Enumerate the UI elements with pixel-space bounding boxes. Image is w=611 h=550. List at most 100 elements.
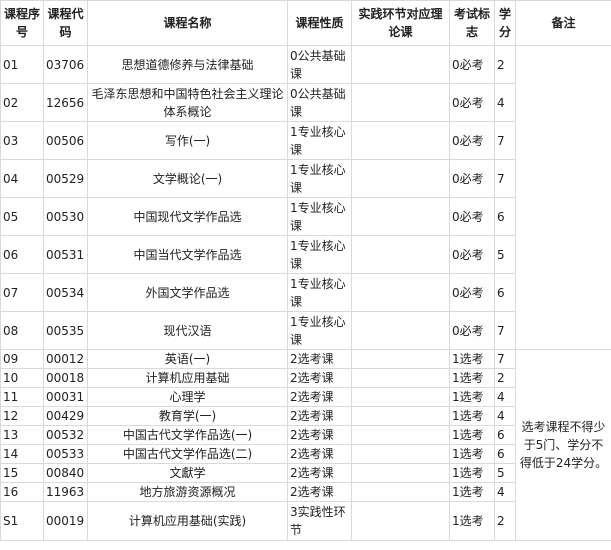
cell-course-code: 00018 xyxy=(43,368,88,388)
cell-course-no: 03 xyxy=(0,121,44,160)
cell-exam-flag: 1选考 xyxy=(449,368,495,388)
cell-course-code: 00840 xyxy=(43,463,88,483)
cell-course-nature: 2选考课 xyxy=(287,349,352,369)
cell-exam-flag: 0必考 xyxy=(449,197,495,236)
cell-course-nature: 2选考课 xyxy=(287,463,352,483)
cell-course-no: 01 xyxy=(0,45,44,84)
cell-course-code: 00031 xyxy=(43,387,88,407)
cell-course-name: 中国当代文学作品选 xyxy=(87,235,288,274)
cell-course-name: 思想道德修养与法律基础 xyxy=(87,45,288,84)
cell-exam-flag: 1选考 xyxy=(449,425,495,445)
header-course-nature: 课程性质 xyxy=(287,0,352,46)
cell-credit: 6 xyxy=(494,197,516,236)
cell-credit: 4 xyxy=(494,83,516,122)
cell-exam-flag: 0必考 xyxy=(449,83,495,122)
cell-practice-theory xyxy=(351,387,450,407)
cell-course-no: 07 xyxy=(0,273,44,312)
cell-course-nature: 1专业核心课 xyxy=(287,159,352,198)
header-credit: 学分 xyxy=(494,0,516,46)
cell-course-nature: 2选考课 xyxy=(287,425,352,445)
cell-course-no: 13 xyxy=(0,425,44,445)
cell-course-code: 00012 xyxy=(43,349,88,369)
header-note: 备注 xyxy=(515,0,611,46)
cell-course-nature: 2选考课 xyxy=(287,387,352,407)
cell-course-code: 00506 xyxy=(43,121,88,160)
cell-practice-theory xyxy=(351,235,450,274)
cell-course-nature: 1专业核心课 xyxy=(287,197,352,236)
cell-course-no: 15 xyxy=(0,463,44,483)
cell-course-nature: 2选考课 xyxy=(287,482,352,502)
cell-course-name: 毛泽东思想和中国特色社会主义理论体系概论 xyxy=(87,83,288,122)
cell-course-code: 00529 xyxy=(43,159,88,198)
curriculum-table: 课程序号 课程代码 课程名称 课程性质 实践环节对应理论课 考试标志 学分 备注… xyxy=(0,0,611,541)
cell-credit: 7 xyxy=(494,349,516,369)
cell-course-no: 02 xyxy=(0,83,44,122)
cell-course-code: 00019 xyxy=(43,501,88,541)
cell-course-nature: 2选考课 xyxy=(287,368,352,388)
cell-course-name: 地方旅游资源概况 xyxy=(87,482,288,502)
cell-practice-theory xyxy=(351,197,450,236)
cell-course-code: 00532 xyxy=(43,425,88,445)
header-course-name: 课程名称 xyxy=(87,0,288,46)
cell-exam-flag: 1选考 xyxy=(449,349,495,369)
header-row: 课程序号 课程代码 课程名称 课程性质 实践环节对应理论课 考试标志 学分 备注 xyxy=(0,0,611,46)
cell-credit: 6 xyxy=(494,444,516,464)
cell-credit: 4 xyxy=(494,406,516,426)
cell-exam-flag: 0必考 xyxy=(449,311,495,350)
cell-course-name: 现代汉语 xyxy=(87,311,288,350)
cell-course-name: 外国文学作品选 xyxy=(87,273,288,312)
table-row: 09 00012 英语(一) 2选考课 1选考 7 选考课程不得少于5门、学分不… xyxy=(0,349,611,541)
cell-practice-theory xyxy=(351,444,450,464)
cell-course-name: 计算机应用基础(实践) xyxy=(87,501,288,541)
cell-course-code: 00535 xyxy=(43,311,88,350)
cell-practice-theory xyxy=(351,273,450,312)
cell-course-nature: 2选考课 xyxy=(287,444,352,464)
cell-course-no: 09 xyxy=(0,349,44,369)
cell-course-nature: 0公共基础课 xyxy=(287,45,352,84)
cell-credit: 7 xyxy=(494,311,516,350)
cell-course-no: 10 xyxy=(0,368,44,388)
cell-practice-theory xyxy=(351,501,450,541)
cell-course-name: 计算机应用基础 xyxy=(87,368,288,388)
cell-credit: 4 xyxy=(494,482,516,502)
header-practice-theory: 实践环节对应理论课 xyxy=(351,0,450,46)
cell-practice-theory xyxy=(351,425,450,445)
cell-course-nature: 1专业核心课 xyxy=(287,121,352,160)
cell-exam-flag: 1选考 xyxy=(449,501,495,541)
cell-practice-theory xyxy=(351,482,450,502)
header-course-no: 课程序号 xyxy=(0,0,44,46)
cell-course-name: 文学概论(一) xyxy=(87,159,288,198)
cell-practice-theory xyxy=(351,463,450,483)
table-row: 01 03706 思想道德修养与法律基础 0公共基础课 0必考 2 xyxy=(0,45,611,350)
cell-note-empty xyxy=(515,45,611,350)
cell-practice-theory xyxy=(351,159,450,198)
cell-credit: 6 xyxy=(494,425,516,445)
cell-course-name: 心理学 xyxy=(87,387,288,407)
cell-course-no: 08 xyxy=(0,311,44,350)
cell-exam-flag: 1选考 xyxy=(449,463,495,483)
cell-exam-flag: 0必考 xyxy=(449,235,495,274)
cell-practice-theory xyxy=(351,406,450,426)
cell-course-name: 中国古代文学作品选(一) xyxy=(87,425,288,445)
cell-exam-flag: 0必考 xyxy=(449,273,495,312)
cell-course-no: 14 xyxy=(0,444,44,464)
cell-course-nature: 1专业核心课 xyxy=(287,311,352,350)
cell-course-no: 16 xyxy=(0,482,44,502)
cell-practice-theory xyxy=(351,45,450,84)
cell-practice-theory xyxy=(351,311,450,350)
cell-course-nature: 1专业核心课 xyxy=(287,235,352,274)
cell-course-no: 06 xyxy=(0,235,44,274)
cell-course-name: 写作(一) xyxy=(87,121,288,160)
cell-course-name: 英语(一) xyxy=(87,349,288,369)
cell-note-elective-rule: 选考课程不得少于5门、学分不得低于24学分。 xyxy=(515,349,611,541)
cell-course-name: 文獻学 xyxy=(87,463,288,483)
cell-course-code: 03706 xyxy=(43,45,88,84)
cell-exam-flag: 1选考 xyxy=(449,482,495,502)
cell-course-no: S1 xyxy=(0,501,44,541)
cell-course-name: 中国现代文学作品选 xyxy=(87,197,288,236)
cell-course-code: 00534 xyxy=(43,273,88,312)
cell-credit: 6 xyxy=(494,273,516,312)
cell-exam-flag: 0必考 xyxy=(449,159,495,198)
cell-course-name: 教育学(一) xyxy=(87,406,288,426)
cell-credit: 5 xyxy=(494,463,516,483)
